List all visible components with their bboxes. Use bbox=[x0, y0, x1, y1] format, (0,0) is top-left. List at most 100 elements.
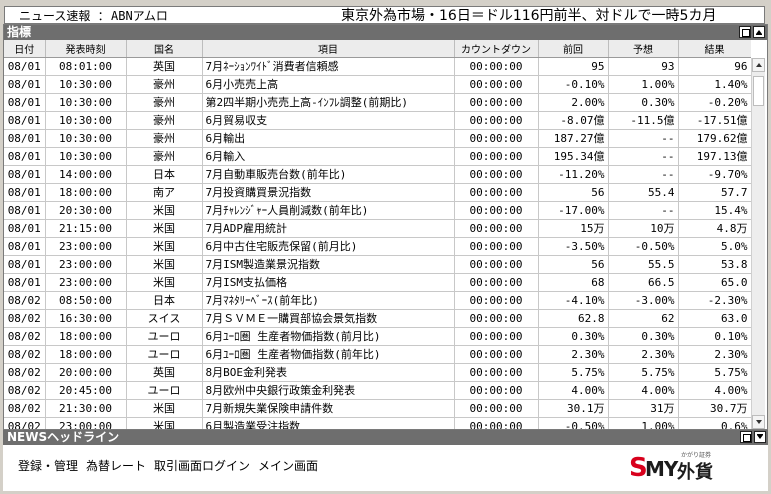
cell-result: 1.40% bbox=[678, 75, 751, 94]
cell-item: 6月輸入 bbox=[202, 147, 455, 166]
indicator-table: 日付 発表時刻 国名 項目 カウントダウン 前回 予想 結果 08/01 08:0… bbox=[4, 40, 751, 429]
cell-date: 08/01 bbox=[4, 183, 46, 202]
cell-countdown: 00:00:00 bbox=[454, 255, 539, 274]
cell-forecast: -3.00% bbox=[608, 291, 679, 310]
panel-title-bar: 指標 bbox=[4, 25, 767, 40]
cell-item: 6月輸出 bbox=[202, 129, 455, 148]
table-row[interactable]: 08/02 23:00:00 米国 6月製造業受注指数 00:00:00 -0.50% 1.… bbox=[4, 417, 751, 429]
table-row[interactable]: 08/01 21:15:00 米国 7月ADP雇用統計 00:00:00 15万 10万 4.… bbox=[4, 219, 751, 238]
cell-previous: 30.1万 bbox=[538, 399, 609, 418]
cell-forecast: 1.00% bbox=[608, 417, 679, 429]
table-row[interactable]: 08/01 10:30:00 豪州 6月輸入 00:00:00 195.34億 -- 197.… bbox=[4, 147, 751, 166]
cell-item: 8月欧州中央銀行政策金利発表 bbox=[202, 381, 455, 400]
scroll-down-icon[interactable] bbox=[752, 415, 765, 429]
table-row[interactable]: 08/01 18:00:00 南ア 7月投資購買景況指数 00:00:00 56 55.4 5… bbox=[4, 183, 751, 202]
table-row[interactable]: 08/02 20:45:00 ユーロ 8月欧州中央銀行政策金利発表 00:00:00 4.… bbox=[4, 381, 751, 400]
col-header-country[interactable]: 国名 bbox=[126, 40, 203, 58]
table-row[interactable]: 08/02 16:30:00 スイス 7月ＳＶＭＥ一購買部協会景気指数 00:00:00… bbox=[4, 309, 751, 328]
cell-date: 08/01 bbox=[4, 57, 46, 76]
cell-countdown: 00:00:00 bbox=[454, 399, 539, 418]
cell-result: -0.20% bbox=[678, 93, 751, 112]
cell-country: 日本 bbox=[126, 165, 203, 184]
cell-item: 7月ﾈｰｼｮﾝﾜｲﾄﾞ消費者信頼感 bbox=[202, 57, 455, 76]
scroll-thumb[interactable] bbox=[753, 76, 764, 106]
cell-country: 豪州 bbox=[126, 93, 203, 112]
col-header-previous[interactable]: 前回 bbox=[538, 40, 609, 58]
col-header-countdown[interactable]: カウントダウン bbox=[454, 40, 539, 58]
table-row[interactable]: 08/02 20:00:00 英国 8月BOE金利発表 00:00:00 5.75% 5.7… bbox=[4, 363, 751, 382]
cell-countdown: 00:00:00 bbox=[454, 165, 539, 184]
cell-previous: 5.75% bbox=[538, 363, 609, 382]
cell-country: 豪州 bbox=[126, 111, 203, 130]
cell-date: 08/01 bbox=[4, 111, 46, 130]
menu-item-rates[interactable]: 為替レート bbox=[86, 457, 146, 474]
cell-time: 23:00:00 bbox=[45, 237, 127, 256]
table-row[interactable]: 08/01 10:30:00 豪州 6月小売売上高 00:00:00 -0.10% 1.00… bbox=[4, 75, 751, 94]
cell-date: 08/01 bbox=[4, 219, 46, 238]
col-header-result[interactable]: 結果 bbox=[678, 40, 751, 58]
cell-countdown: 00:00:00 bbox=[454, 309, 539, 328]
cell-date: 08/01 bbox=[4, 201, 46, 220]
cell-countdown: 00:00:00 bbox=[454, 57, 539, 76]
cell-result: 65.0 bbox=[678, 273, 751, 292]
cell-forecast: 55.4 bbox=[608, 183, 679, 202]
cell-countdown: 00:00:00 bbox=[454, 381, 539, 400]
cell-item: 6月ﾕｰﾛ圏 生産者物価指数(前年比) bbox=[202, 345, 455, 364]
bottom-menu-area: 登録・管理 為替レート 取引画面ログイン メイン画面 かがり証券 S MY 外貨 bbox=[3, 445, 768, 491]
cell-countdown: 00:00:00 bbox=[454, 147, 539, 166]
cell-forecast: -- bbox=[608, 147, 679, 166]
vertical-scrollbar[interactable] bbox=[751, 58, 765, 429]
cell-time: 08:50:00 bbox=[45, 291, 127, 310]
cell-time: 10:30:00 bbox=[45, 129, 127, 148]
cell-time: 16:30:00 bbox=[45, 309, 127, 328]
cell-item: 7月自動車販売台数(前年比) bbox=[202, 165, 455, 184]
col-header-item[interactable]: 項目 bbox=[202, 40, 455, 58]
cell-forecast: 66.5 bbox=[608, 273, 679, 292]
cell-country: ユーロ bbox=[126, 381, 203, 400]
table-row[interactable]: 08/01 10:30:00 豪州 第2四半期小売売上高-ｲﾝﾌﾚ調整(前期比) 00:… bbox=[4, 93, 751, 112]
cell-countdown: 00:00:00 bbox=[454, 237, 539, 256]
cell-time: 23:00:00 bbox=[45, 417, 127, 429]
cell-item: 6月中古住宅販売保留(前月比) bbox=[202, 237, 455, 256]
cell-previous: 15万 bbox=[538, 219, 609, 238]
table-row[interactable]: 08/01 10:30:00 豪州 6月輸出 00:00:00 187.27億 -- 179.… bbox=[4, 129, 751, 148]
col-header-forecast[interactable]: 予想 bbox=[608, 40, 679, 58]
cell-country: 豪州 bbox=[126, 129, 203, 148]
table-row[interactable]: 08/02 08:50:00 日本 7月ﾏﾈﾀﾘｰﾍﾞｰｽ(前年比) 00:00:00-… bbox=[4, 291, 751, 310]
ticker-headline[interactable]: 東京外為市場・16日＝ドル116円前半、対ドルで一時5カ月 bbox=[341, 7, 716, 23]
cell-countdown: 00:00:00 bbox=[454, 201, 539, 220]
table-row[interactable]: 08/02 21:30:00 米国 7月新規失業保険申請件数 00:00:00 30.1万… bbox=[4, 399, 751, 418]
table-row[interactable]: 08/01 08:01:00 英国 7月ﾈｰｼｮﾝﾜｲﾄﾞ消費者信頼感 00:00:00… bbox=[4, 57, 751, 76]
expand-down-icon[interactable] bbox=[754, 431, 766, 443]
table-row[interactable]: 08/01 23:00:00 米国 7月ISM製造業景況指数 00:00:00 56 55.… bbox=[4, 255, 751, 274]
news-ticker: ニュース速報 ： ABNアムロ 東京外為市場・16日＝ドル116円前半、対ドルで… bbox=[4, 6, 765, 24]
restore-icon[interactable] bbox=[740, 431, 752, 443]
table-row[interactable]: 08/01 20:30:00 米国 7月ﾁｬﾚﾝｼﾞｬｰ人員削減数(前年比) 00:00… bbox=[4, 201, 751, 220]
cell-previous: 56 bbox=[538, 255, 609, 274]
cell-time: 18:00:00 bbox=[45, 183, 127, 202]
cell-forecast: -- bbox=[608, 129, 679, 148]
cell-previous: -8.07億 bbox=[538, 111, 609, 130]
collapse-up-icon[interactable] bbox=[753, 26, 765, 38]
menu-item-main[interactable]: メイン画面 bbox=[258, 457, 318, 474]
cell-country: 米国 bbox=[126, 273, 203, 292]
table-row[interactable]: 08/02 18:00:00 ユーロ 6月ﾕｰﾛ圏 生産者物価指数(前月比) 00:00… bbox=[4, 327, 751, 346]
col-header-date[interactable]: 日付 bbox=[4, 40, 46, 58]
indicator-panel: 指標 日付 発表時刻 国名 項目 カウントダウン 前回 予想 結果 08/01 … bbox=[3, 24, 768, 430]
scroll-up-icon[interactable] bbox=[752, 58, 765, 72]
cell-date: 08/02 bbox=[4, 417, 46, 429]
cell-country: 米国 bbox=[126, 237, 203, 256]
table-row[interactable]: 08/02 18:00:00 ユーロ 6月ﾕｰﾛ圏 生産者物価指数(前年比) 00:00… bbox=[4, 345, 751, 364]
restore-icon[interactable] bbox=[739, 26, 751, 38]
table-row[interactable]: 08/01 14:00:00 日本 7月自動車販売台数(前年比) 00:00:00 -11… bbox=[4, 165, 751, 184]
cell-countdown: 00:00:00 bbox=[454, 345, 539, 364]
col-header-time[interactable]: 発表時刻 bbox=[45, 40, 127, 58]
table-row[interactable]: 08/01 10:30:00 豪州 6月貿易収支 00:00:00 -8.07億 -11.5… bbox=[4, 111, 751, 130]
cell-country: 米国 bbox=[126, 219, 203, 238]
cell-item: 7月ﾏﾈﾀﾘｰﾍﾞｰｽ(前年比) bbox=[202, 291, 455, 310]
menu-item-register[interactable]: 登録・管理 bbox=[18, 457, 78, 474]
table-row[interactable]: 08/01 23:00:00 米国 7月ISM支払価格 00:00:00 68 66.5 65… bbox=[4, 273, 751, 292]
menu-item-trade-login[interactable]: 取引画面ログイン bbox=[154, 457, 250, 474]
ticker-source: ABNアムロ bbox=[111, 8, 168, 23]
table-row[interactable]: 08/01 23:00:00 米国 6月中古住宅販売保留(前月比) 00:00:00 -3… bbox=[4, 237, 751, 256]
